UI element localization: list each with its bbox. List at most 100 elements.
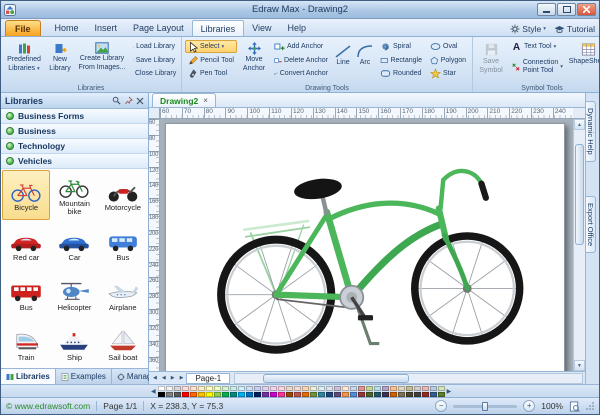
- color-swatch[interactable]: [342, 386, 349, 391]
- color-swatch[interactable]: [278, 392, 285, 397]
- star-tool-button[interactable]: Star: [427, 67, 469, 80]
- section-vehicles[interactable]: Vehicles: [1, 154, 148, 169]
- resize-grip-icon[interactable]: [586, 402, 594, 410]
- section-business-forms[interactable]: Business Forms: [1, 109, 148, 124]
- move-anchor-button[interactable]: Move Anchor: [239, 39, 269, 75]
- tab-view[interactable]: View: [244, 20, 279, 36]
- connection-point-tool-button[interactable]: ConnectionPoint Tool ▾: [508, 54, 566, 80]
- library-item-bicycle[interactable]: Bicycle: [2, 170, 50, 220]
- library-item-airplane[interactable]: Airplane: [99, 270, 147, 320]
- library-item-helicopter[interactable]: Helicopter: [50, 270, 98, 320]
- zoom-in-button[interactable]: +: [523, 400, 535, 412]
- zoom-out-button[interactable]: −: [435, 400, 447, 412]
- section-technology[interactable]: Technology: [1, 139, 148, 154]
- color-swatch[interactable]: [318, 386, 325, 391]
- library-item-car[interactable]: Car: [50, 220, 98, 270]
- ruler-horizontal[interactable]: 6070809010011012013014015016017018019020…: [160, 108, 573, 119]
- horizontal-scrollbar[interactable]: [234, 373, 583, 384]
- color-swatch[interactable]: [158, 392, 165, 397]
- library-item-red-bus[interactable]: Bus: [2, 270, 50, 320]
- color-swatch[interactable]: [286, 392, 293, 397]
- style-menu[interactable]: Style ▾: [510, 24, 546, 34]
- color-swatch[interactable]: [326, 386, 333, 391]
- pin-icon[interactable]: [124, 96, 133, 105]
- color-swatch[interactable]: [350, 386, 357, 391]
- color-swatch[interactable]: [246, 392, 253, 397]
- save-library-button[interactable]: Save Library: [130, 54, 178, 67]
- rounded-rectangle-tool-button[interactable]: Rounded: [377, 67, 425, 80]
- color-swatch[interactable]: [382, 392, 389, 397]
- tab-help[interactable]: Help: [279, 20, 314, 36]
- color-swatch[interactable]: [406, 386, 413, 391]
- oval-tool-button[interactable]: Oval: [427, 40, 469, 53]
- color-swatch[interactable]: [238, 392, 245, 397]
- tab-dynamic-help[interactable]: Dynamic Help: [586, 101, 596, 162]
- create-library-from-images-button[interactable]: Create Library From Images...: [76, 39, 128, 74]
- color-swatch[interactable]: [214, 392, 221, 397]
- ruler-vertical[interactable]: 6080100120140160180200220240260280300320…: [149, 119, 160, 371]
- color-swatch[interactable]: [166, 386, 173, 391]
- color-swatch[interactable]: [318, 392, 325, 397]
- library-item-red-car[interactable]: Red car: [2, 220, 50, 270]
- zoom-slider[interactable]: [453, 405, 517, 408]
- color-swatch[interactable]: [230, 386, 237, 391]
- convert-anchor-button[interactable]: Convert Anchor: [271, 67, 331, 80]
- color-swatch[interactable]: [190, 386, 197, 391]
- color-swatch[interactable]: [182, 386, 189, 391]
- vertical-scrollbar[interactable]: ▲ ▼: [573, 119, 585, 371]
- color-swatch[interactable]: [270, 392, 277, 397]
- fit-page-icon[interactable]: [569, 401, 580, 412]
- color-swatch[interactable]: [174, 386, 181, 391]
- document-tab-drawing2[interactable]: Drawing2 ×: [152, 93, 216, 107]
- color-swatch[interactable]: [390, 392, 397, 397]
- tab-insert[interactable]: Insert: [87, 20, 126, 36]
- drawing-page[interactable]: [165, 123, 565, 371]
- minimize-button[interactable]: [537, 3, 556, 16]
- first-page-icon[interactable]: ◀: [151, 375, 159, 381]
- save-symbol-button[interactable]: Save Symbol: [476, 39, 506, 77]
- color-swatch[interactable]: [382, 386, 389, 391]
- color-swatch[interactable]: [414, 392, 421, 397]
- color-swatch[interactable]: [406, 392, 413, 397]
- color-swatch[interactable]: [438, 386, 445, 391]
- color-swatch[interactable]: [286, 386, 293, 391]
- delete-anchor-button[interactable]: Delete Anchor: [271, 54, 331, 67]
- tutorial-menu[interactable]: Tutorial: [554, 24, 595, 34]
- load-library-button[interactable]: Load Library: [130, 40, 178, 53]
- close-button[interactable]: [577, 3, 596, 16]
- color-swatch[interactable]: [206, 386, 213, 391]
- color-swatch[interactable]: [422, 392, 429, 397]
- color-swatch[interactable]: [182, 392, 189, 397]
- color-swatch[interactable]: [334, 386, 341, 391]
- color-swatch[interactable]: [326, 392, 333, 397]
- copyright-link[interactable]: © www.edrawsoft.com: [6, 401, 90, 411]
- rectangle-tool-button[interactable]: Rectangle: [377, 54, 425, 67]
- color-swatch[interactable]: [262, 392, 269, 397]
- color-swatch[interactable]: [230, 392, 237, 397]
- last-page-icon[interactable]: ▶: [178, 375, 186, 381]
- pen-tool-button[interactable]: Pen Tool: [185, 67, 237, 80]
- color-swatch[interactable]: [374, 392, 381, 397]
- color-swatch[interactable]: [342, 392, 349, 397]
- color-swatch[interactable]: [398, 392, 405, 397]
- palette-scroll-right-icon[interactable]: ▶: [447, 388, 452, 395]
- new-library-button[interactable]: New Library: [46, 39, 74, 75]
- color-swatch[interactable]: [358, 386, 365, 391]
- library-item-bus[interactable]: Bus: [99, 220, 147, 270]
- color-swatch[interactable]: [166, 392, 173, 397]
- color-swatch[interactable]: [398, 386, 405, 391]
- color-swatch[interactable]: [302, 386, 309, 391]
- previous-page-icon[interactable]: ◀: [160, 375, 168, 381]
- color-swatch[interactable]: [310, 392, 317, 397]
- tab-export-office[interactable]: Export Office: [586, 196, 596, 253]
- tab-home[interactable]: Home: [47, 20, 87, 36]
- tab-page-layout[interactable]: Page Layout: [125, 20, 192, 36]
- color-swatch[interactable]: [350, 392, 357, 397]
- color-swatch[interactable]: [206, 392, 213, 397]
- spiral-tool-button[interactable]: Spiral: [377, 40, 425, 53]
- color-swatch[interactable]: [390, 386, 397, 391]
- close-library-button[interactable]: Close Library: [130, 67, 178, 80]
- search-icon[interactable]: [112, 96, 121, 105]
- palette-scroll-left-icon[interactable]: ◀: [151, 388, 156, 395]
- horizontal-scroll-thumb[interactable]: [263, 374, 409, 383]
